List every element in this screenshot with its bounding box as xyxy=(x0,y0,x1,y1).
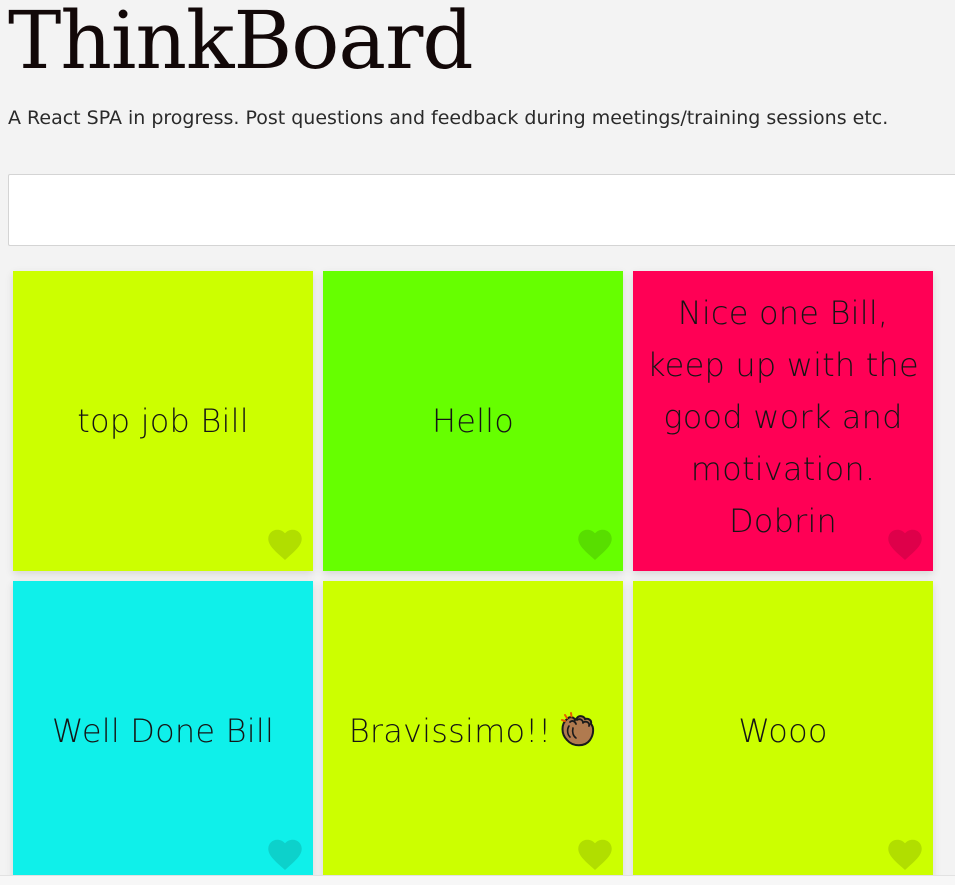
note-text: Hello xyxy=(431,402,515,440)
note-text: Wooo xyxy=(738,712,828,750)
note-text: Bravissimo!! xyxy=(348,712,552,750)
note-card[interactable]: Hello xyxy=(323,271,623,571)
clapping-hands-icon xyxy=(557,710,597,750)
heart-icon[interactable] xyxy=(267,529,303,561)
note-text: Nice one Bill, keep up with the good wor… xyxy=(647,294,919,540)
note-text: Well Done Bill xyxy=(51,712,275,750)
app-title: ThinkBoard xyxy=(8,0,474,87)
note-text: top job Bill xyxy=(77,402,249,440)
heart-icon[interactable] xyxy=(887,839,923,871)
heart-icon[interactable] xyxy=(577,529,613,561)
note-card[interactable]: Bravissimo!! xyxy=(323,581,623,881)
notes-board: top job Bill Hello Nice one Bill, keep u… xyxy=(13,271,943,881)
heart-icon[interactable] xyxy=(577,839,613,871)
post-input[interactable] xyxy=(8,174,955,246)
note-card[interactable]: Wooo xyxy=(633,581,933,881)
heart-icon[interactable] xyxy=(267,839,303,871)
note-card[interactable]: Well Done Bill xyxy=(13,581,313,881)
note-card[interactable]: top job Bill xyxy=(13,271,313,571)
bottom-edge xyxy=(0,875,955,885)
note-card[interactable]: Nice one Bill, keep up with the good wor… xyxy=(633,271,933,571)
heart-icon[interactable] xyxy=(887,529,923,561)
app-subtitle: A React SPA in progress. Post questions … xyxy=(8,107,889,129)
note-text-container: Bravissimo!! xyxy=(335,705,612,757)
